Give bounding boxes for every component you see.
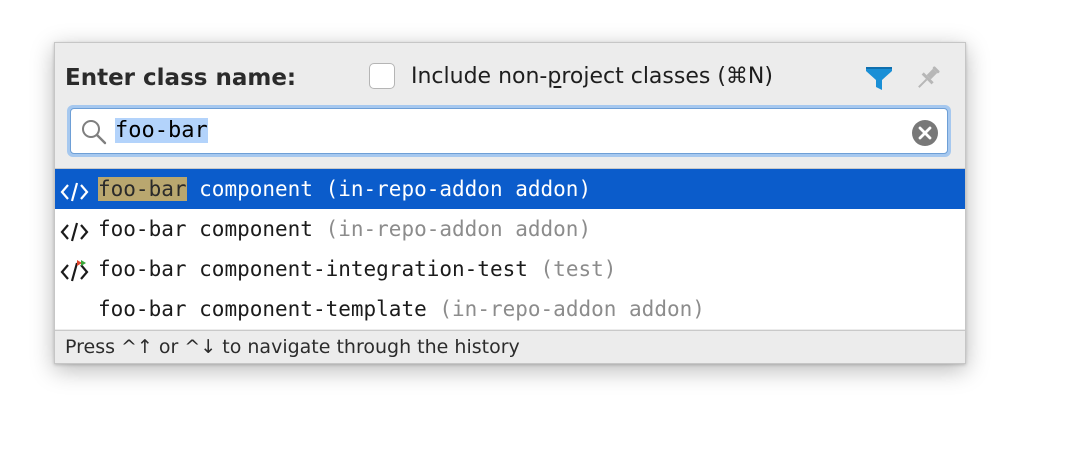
code-tag-icon <box>59 177 91 202</box>
result-match: foo-bar <box>98 297 187 321</box>
result-kind: component <box>186 217 326 241</box>
search-input[interactable]: foo-bar <box>115 115 208 147</box>
search-icon <box>81 119 107 145</box>
result-row[interactable]: foo-bar component-integration-test (test… <box>55 249 965 289</box>
result-match: foo-bar <box>98 257 187 281</box>
code-tag-test-icon <box>59 257 91 282</box>
result-kind: component-integration-test <box>186 257 541 281</box>
search-field[interactable]: foo-bar <box>70 108 948 154</box>
pin-icon[interactable] <box>913 63 943 93</box>
result-location: (in-repo-addon addon) <box>439 297 705 321</box>
include-non-project-label[interactable]: Include non-project classes (⌘N) <box>411 62 773 92</box>
search-field-focus-ring: foo-bar <box>67 105 951 157</box>
result-row[interactable]: foo-bar component-template (in-repo-addo… <box>55 289 965 329</box>
result-kind: component-template <box>186 297 440 321</box>
result-match: foo-bar <box>98 177 187 201</box>
code-tag-icon <box>59 217 91 242</box>
result-text: foo-bar component-integration-test (test… <box>98 249 616 289</box>
dialog-title: Enter class name: <box>65 65 297 91</box>
include-label-pre: Include non- <box>411 64 548 89</box>
result-location: (test) <box>540 257 617 281</box>
result-location: (in-repo-addon addon) <box>325 217 592 241</box>
clear-icon[interactable] <box>911 119 939 147</box>
goto-class-popup: Enter class name: Include non-project cl… <box>54 42 966 364</box>
result-text: foo-bar component (in-repo-addon addon) <box>98 209 591 249</box>
result-text: foo-bar component-template (in-repo-addo… <box>98 289 705 329</box>
result-match: foo-bar <box>98 217 187 241</box>
result-kind: component <box>186 177 326 201</box>
history-hint: Press ^↑ or ^↓ to navigate through the h… <box>55 330 965 363</box>
result-text: foo-bar component (in-repo-addon addon) <box>98 169 591 209</box>
popup-header: Enter class name: Include non-project cl… <box>55 43 965 113</box>
include-label-post: roject classes (⌘N) <box>561 64 773 89</box>
result-row[interactable]: foo-bar component (in-repo-addon addon) <box>55 169 965 209</box>
search-input-value: foo-bar <box>115 118 208 143</box>
result-location: (in-repo-addon addon) <box>325 177 592 201</box>
include-non-project-checkbox[interactable] <box>369 63 395 89</box>
filter-icon[interactable] <box>863 63 895 93</box>
result-row[interactable]: foo-bar component (in-repo-addon addon) <box>55 209 965 249</box>
include-label-mnemonic: p <box>547 64 562 89</box>
results-list: foo-bar component (in-repo-addon addon) … <box>55 168 965 329</box>
